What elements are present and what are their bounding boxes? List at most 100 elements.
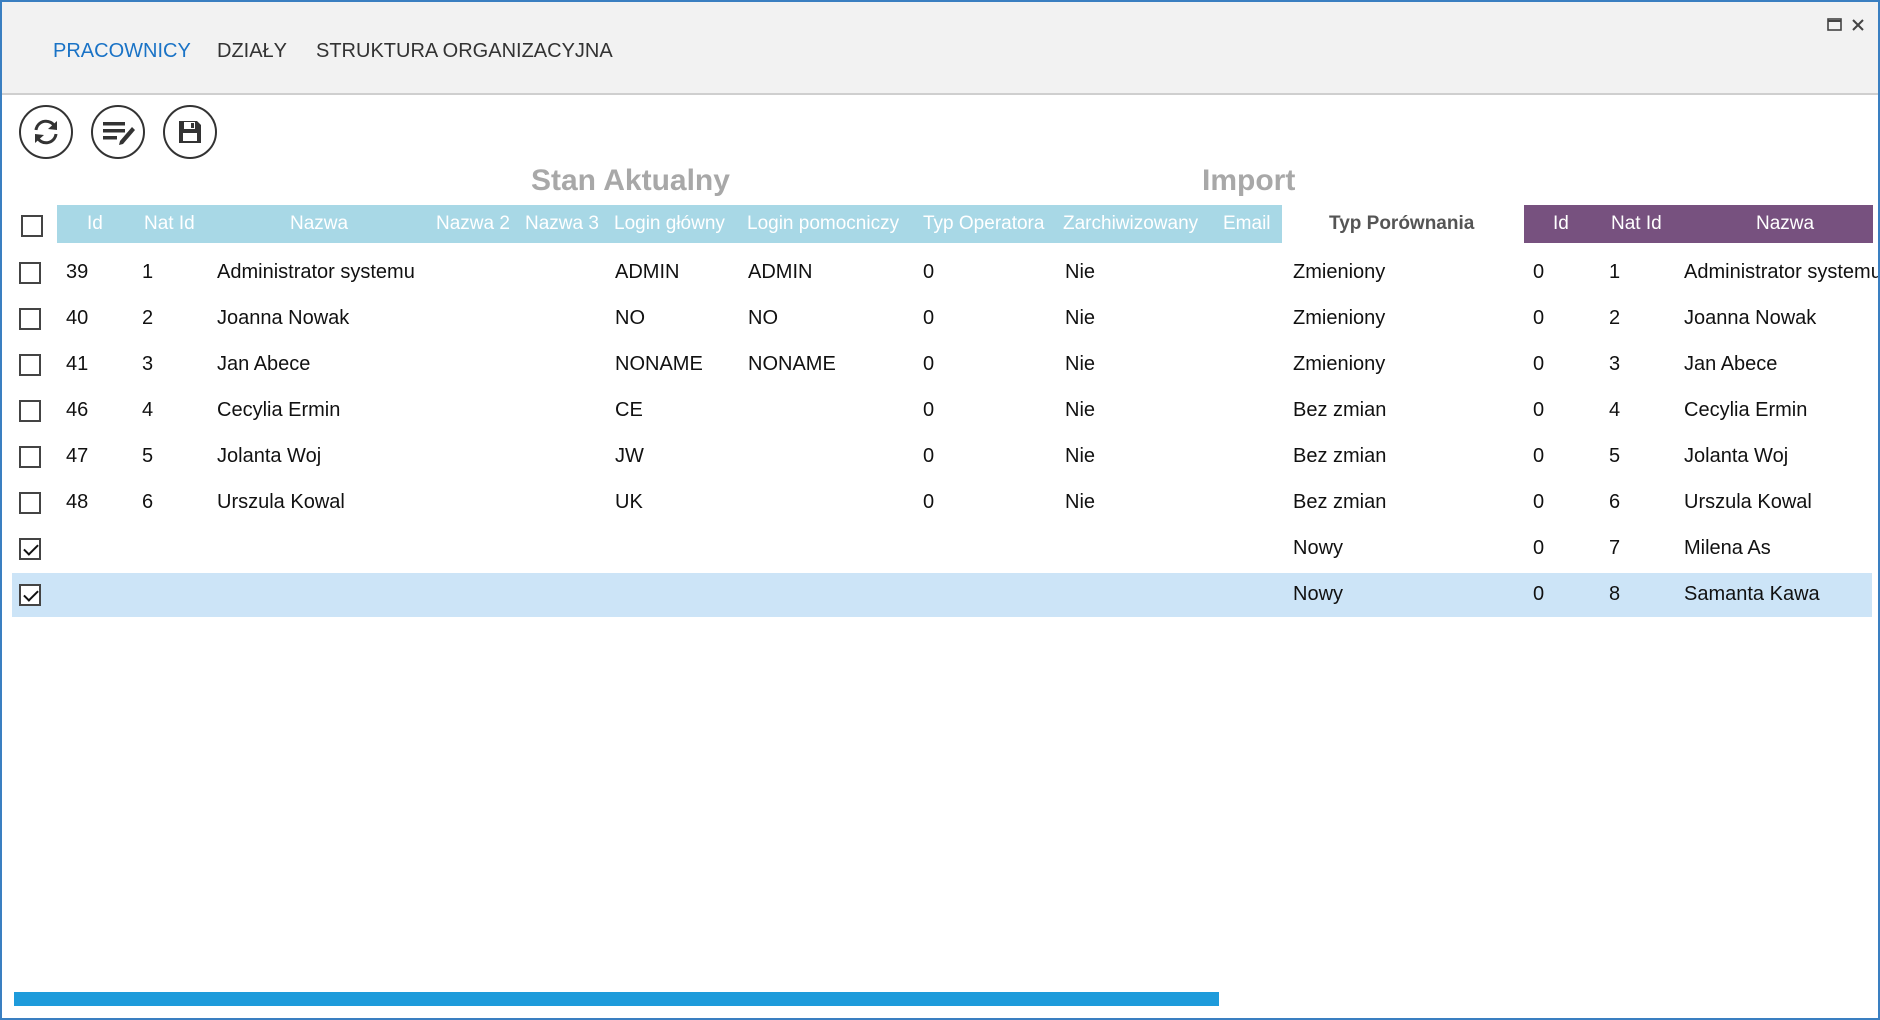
- cell-login: ADMIN: [615, 261, 680, 283]
- maximize-icon[interactable]: [1827, 16, 1843, 37]
- cell-nazwa: Joanna Nowak: [217, 307, 350, 329]
- cell-id: 47: [66, 445, 89, 467]
- table-row[interactable]: 48 6 Urszula Kowal UK 0 Nie Bez zmian 0 6 Urszula…: [12, 481, 1872, 525]
- cell-login2: ADMIN: [748, 261, 813, 283]
- cell-import-nat-id: 1: [1609, 261, 1621, 283]
- cell-typ-porownania: Zmieniony: [1293, 307, 1386, 329]
- horizontal-scrollbar[interactable]: [14, 992, 1219, 1006]
- cell-nazwa: Cecylia Ermin: [217, 399, 341, 421]
- row-checkbox[interactable]: [19, 584, 41, 606]
- tab-dzialy[interactable]: DZIAŁY: [217, 40, 287, 63]
- cell-typ-porownania: Nowy: [1293, 583, 1344, 605]
- cell-nat-id: 3: [142, 353, 154, 375]
- col-header-login2[interactable]: Login pomocniczy: [747, 213, 899, 235]
- cell-typ-operatora: 0: [923, 491, 935, 513]
- window: PRACOWNICY DZIAŁY STRUKTURA ORGANIZACYJN…: [0, 0, 1880, 1020]
- cell-typ-porownania: Zmieniony: [1293, 261, 1386, 283]
- row-checkbox[interactable]: [19, 400, 41, 422]
- cell-login2: NO: [748, 307, 778, 329]
- cell-id: 48: [66, 491, 89, 513]
- cell-import-nazwa: Joanna Nowak: [1684, 307, 1817, 329]
- cell-zarchiwizowany: Nie: [1065, 445, 1096, 467]
- cell-login: NO: [615, 307, 645, 329]
- cell-import-id: 0: [1533, 307, 1545, 329]
- cell-import-nazwa: Jolanta Woj: [1684, 445, 1789, 467]
- col-header-zarchiwizowany[interactable]: Zarchiwizowany: [1063, 213, 1198, 235]
- cell-zarchiwizowany: Nie: [1065, 307, 1096, 329]
- cell-id: 40: [66, 307, 89, 329]
- table-row[interactable]: 40 2 Joanna Nowak NO NO 0 Nie Zmieniony 0 2 Joanna…: [12, 297, 1872, 341]
- cell-import-id: 0: [1533, 445, 1545, 467]
- edit-list-button[interactable]: [91, 105, 145, 159]
- col-header-nat-id[interactable]: Nat Id: [144, 213, 195, 235]
- col-header-id[interactable]: Id: [87, 213, 103, 235]
- tab-pracownicy[interactable]: PRACOWNICY: [53, 40, 191, 63]
- cell-import-nat-id: 4: [1609, 399, 1621, 421]
- row-checkbox[interactable]: [19, 446, 41, 468]
- cell-typ-operatora: 0: [923, 261, 935, 283]
- row-checkbox[interactable]: [19, 354, 41, 376]
- import-header-bar: [1524, 205, 1873, 243]
- row-checkbox[interactable]: [19, 492, 41, 514]
- cell-import-nat-id: 7: [1609, 537, 1621, 559]
- cell-nazwa: Jolanta Woj: [217, 445, 322, 467]
- row-checkbox[interactable]: [19, 308, 41, 330]
- cell-typ-porownania: Bez zmian: [1293, 445, 1387, 467]
- col-header-import-nat-id[interactable]: Nat Id: [1611, 213, 1662, 235]
- tab-struktura-organizacyjna[interactable]: STRUKTURA ORGANIZACYJNA: [316, 40, 613, 63]
- cell-import-nazwa: Cecylia Ermin: [1684, 399, 1808, 421]
- col-header-login[interactable]: Login główny: [614, 213, 725, 235]
- cell-import-nat-id: 8: [1609, 583, 1621, 605]
- refresh-button[interactable]: [19, 105, 73, 159]
- save-button[interactable]: [163, 105, 217, 159]
- col-header-import-id[interactable]: Id: [1553, 213, 1569, 235]
- cell-nat-id: 1: [142, 261, 154, 283]
- row-checkbox[interactable]: [19, 538, 41, 560]
- table-row[interactable]: Nowy 0 7 Milena As: [12, 527, 1872, 571]
- refresh-icon: [34, 119, 58, 145]
- cell-import-nat-id: 5: [1609, 445, 1621, 467]
- cell-login: CE: [615, 399, 643, 421]
- cell-login: NONAME: [615, 353, 703, 375]
- cell-nazwa: Administrator systemu: [217, 261, 415, 283]
- cell-import-id: 0: [1533, 353, 1545, 375]
- cell-id: 46: [66, 399, 89, 421]
- col-header-email[interactable]: Email: [1223, 213, 1271, 235]
- cell-typ-porownania: Nowy: [1293, 537, 1344, 559]
- close-icon[interactable]: [1851, 16, 1865, 37]
- cell-zarchiwizowany: Nie: [1065, 399, 1096, 421]
- section-title-import: Import: [1202, 164, 1296, 197]
- cell-zarchiwizowany: Nie: [1065, 491, 1096, 513]
- cell-nat-id: 2: [142, 307, 154, 329]
- table-row[interactable]: Nowy 0 8 Samanta Kawa: [12, 573, 1872, 617]
- edit-list-icon: [103, 122, 135, 145]
- table-row[interactable]: 47 5 Jolanta Woj JW 0 Nie Bez zmian 0 5 Jolanta W…: [12, 435, 1872, 479]
- cell-nat-id: 6: [142, 491, 154, 513]
- cell-zarchiwizowany: Nie: [1065, 353, 1096, 375]
- col-header-nazwa3[interactable]: Nazwa 3: [525, 213, 599, 235]
- cell-nazwa: Jan Abece: [217, 353, 311, 375]
- cell-import-nazwa: Administrator systemu: [1684, 261, 1880, 283]
- cell-login: JW: [615, 445, 644, 467]
- cell-typ-operatora: 0: [923, 399, 935, 421]
- cell-typ-operatora: 0: [923, 307, 935, 329]
- cell-import-id: 0: [1533, 583, 1545, 605]
- cell-id: 41: [66, 353, 89, 375]
- col-header-import-nazwa[interactable]: Nazwa: [1756, 213, 1814, 235]
- cell-typ-porownania: Zmieniony: [1293, 353, 1386, 375]
- row-checkbox[interactable]: [19, 262, 41, 284]
- cell-typ-porownania: Bez zmian: [1293, 491, 1387, 513]
- section-title-current: Stan Aktualny: [531, 164, 730, 197]
- table-row[interactable]: 41 3 Jan Abece NONAME NONAME 0 Nie Zmieniony 0 3 J…: [12, 343, 1872, 387]
- table-row[interactable]: 39 1 Administrator systemu ADMIN ADMIN 0 Nie Zm…: [12, 251, 1878, 295]
- col-header-typ-operatora[interactable]: Typ Operatora: [923, 213, 1044, 235]
- table-row[interactable]: 46 4 Cecylia Ermin CE 0 Nie Bez zmian 0 4 Cecylia…: [12, 389, 1872, 433]
- col-header-nazwa2[interactable]: Nazwa 2: [436, 213, 510, 235]
- cell-typ-operatora: 0: [923, 353, 935, 375]
- cell-import-id: 0: [1533, 491, 1545, 513]
- col-header-typ-porownania[interactable]: Typ Porównania: [1329, 213, 1474, 235]
- select-all-checkbox[interactable]: [21, 215, 43, 237]
- cell-import-nat-id: 6: [1609, 491, 1621, 513]
- cell-import-nazwa: Samanta Kawa: [1684, 583, 1820, 605]
- col-header-nazwa[interactable]: Nazwa: [290, 213, 348, 235]
